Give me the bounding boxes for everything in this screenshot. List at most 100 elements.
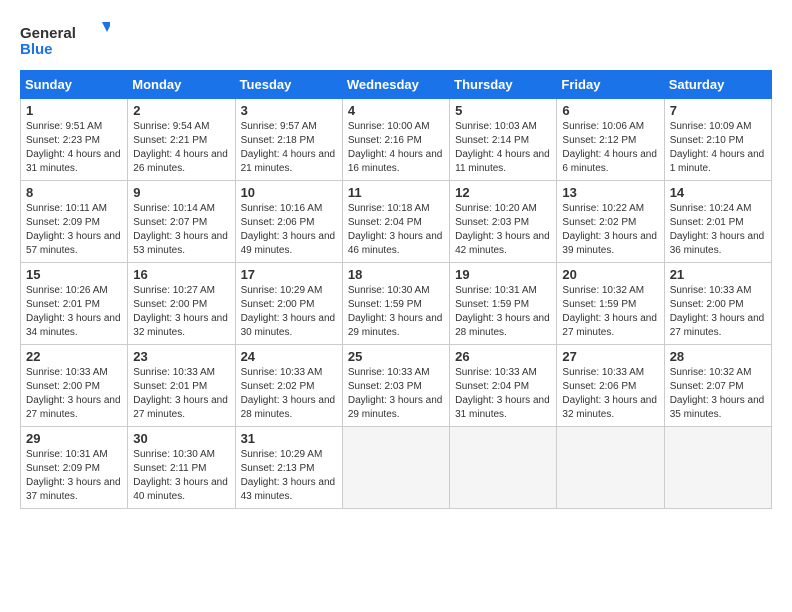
calendar-cell: 3Sunrise: 9:57 AMSunset: 2:18 PMDaylight…	[235, 99, 342, 181]
calendar-cell: 4 Sunrise: 10:00 AMSunset: 2:16 PMDayligh…	[342, 99, 449, 181]
day-number: 25	[348, 349, 444, 364]
day-number: 27	[562, 349, 658, 364]
logo: General Blue	[20, 20, 110, 60]
svg-text:General: General	[20, 25, 76, 42]
cell-details: Sunrise: 9:57 AMSunset: 2:18 PMDaylight:…	[241, 121, 336, 174]
cell-details: Sunrise: 10:30 AMSunset: 1:59 PMDaylight…	[348, 285, 443, 338]
calendar-cell: 10 Sunrise: 10:16 AMSunset: 2:06 PMDaylig…	[235, 181, 342, 263]
cell-details: Sunrise: 10:09 AMSunset: 2:10 PMDaylight…	[670, 121, 765, 174]
calendar-cell: 8 Sunrise: 10:11 AMSunset: 2:09 PMDayligh…	[21, 181, 128, 263]
day-number: 24	[241, 349, 337, 364]
header-friday: Friday	[557, 71, 664, 99]
day-number: 2	[133, 103, 229, 118]
cell-details: Sunrise: 9:54 AMSunset: 2:21 PMDaylight:…	[133, 121, 228, 174]
logo-svg: General Blue	[20, 20, 110, 60]
day-number: 19	[455, 267, 551, 282]
cell-details: Sunrise: 10:11 AMSunset: 2:09 PMDaylight…	[26, 203, 121, 256]
cell-details: Sunrise: 10:33 AMSunset: 2:02 PMDaylight…	[241, 367, 336, 420]
cell-details: Sunrise: 10:18 AMSunset: 2:04 PMDaylight…	[348, 203, 443, 256]
calendar-cell: 15 Sunrise: 10:26 AMSunset: 2:01 PMDaylig…	[21, 263, 128, 345]
header-thursday: Thursday	[450, 71, 557, 99]
cell-details: Sunrise: 10:14 AMSunset: 2:07 PMDaylight…	[133, 203, 228, 256]
cell-details: Sunrise: 10:27 AMSunset: 2:00 PMDaylight…	[133, 285, 228, 338]
calendar-cell: 16 Sunrise: 10:27 AMSunset: 2:00 PMDaylig…	[128, 263, 235, 345]
cell-details: Sunrise: 10:32 AMSunset: 2:07 PMDaylight…	[670, 367, 765, 420]
page-header: General Blue	[20, 20, 772, 60]
header-tuesday: Tuesday	[235, 71, 342, 99]
cell-details: Sunrise: 10:16 AMSunset: 2:06 PMDaylight…	[241, 203, 336, 256]
cell-details: Sunrise: 10:33 AMSunset: 2:00 PMDaylight…	[670, 285, 765, 338]
day-number: 18	[348, 267, 444, 282]
calendar-week-3: 15 Sunrise: 10:26 AMSunset: 2:01 PMDaylig…	[21, 263, 772, 345]
calendar-cell	[664, 427, 771, 509]
calendar-cell: 28 Sunrise: 10:32 AMSunset: 2:07 PMDaylig…	[664, 345, 771, 427]
header-saturday: Saturday	[664, 71, 771, 99]
day-number: 1	[26, 103, 122, 118]
day-number: 4	[348, 103, 444, 118]
calendar-cell: 17 Sunrise: 10:29 AMSunset: 2:00 PMDaylig…	[235, 263, 342, 345]
cell-details: Sunrise: 10:31 AMSunset: 1:59 PMDaylight…	[455, 285, 550, 338]
calendar-cell: 27 Sunrise: 10:33 AMSunset: 2:06 PMDaylig…	[557, 345, 664, 427]
cell-details: Sunrise: 9:51 AMSunset: 2:23 PMDaylight:…	[26, 121, 121, 174]
calendar-cell: 29Sunrise: 10:31 AMSunset: 2:09 PMDaylig…	[21, 427, 128, 509]
cell-details: Sunrise: 10:24 AMSunset: 2:01 PMDaylight…	[670, 203, 765, 256]
day-number: 15	[26, 267, 122, 282]
calendar-cell	[557, 427, 664, 509]
day-number: 5	[455, 103, 551, 118]
cell-details: Sunrise: 10:33 AMSunset: 2:04 PMDaylight…	[455, 367, 550, 420]
header-sunday: Sunday	[21, 71, 128, 99]
calendar-cell: 12 Sunrise: 10:20 AMSunset: 2:03 PMDaylig…	[450, 181, 557, 263]
cell-details: Sunrise: 10:06 AMSunset: 2:12 PMDaylight…	[562, 121, 657, 174]
day-number: 17	[241, 267, 337, 282]
day-number: 9	[133, 185, 229, 200]
cell-details: Sunrise: 10:31 AMSunset: 2:09 PMDaylight…	[26, 449, 121, 502]
day-number: 8	[26, 185, 122, 200]
header-monday: Monday	[128, 71, 235, 99]
day-number: 11	[348, 185, 444, 200]
calendar-cell: 26 Sunrise: 10:33 AMSunset: 2:04 PMDaylig…	[450, 345, 557, 427]
calendar-cell: 7 Sunrise: 10:09 AMSunset: 2:10 PMDayligh…	[664, 99, 771, 181]
day-number: 22	[26, 349, 122, 364]
calendar-week-1: 1 Sunrise: 9:51 AMSunset: 2:23 PMDaylight…	[21, 99, 772, 181]
cell-details: Sunrise: 10:33 AMSunset: 2:00 PMDaylight…	[26, 367, 121, 420]
cell-details: Sunrise: 10:30 AMSunset: 2:11 PMDaylight…	[133, 449, 228, 502]
cell-details: Sunrise: 10:00 AMSunset: 2:16 PMDaylight…	[348, 121, 443, 174]
calendar-cell: 13 Sunrise: 10:22 AMSunset: 2:02 PMDaylig…	[557, 181, 664, 263]
day-number: 20	[562, 267, 658, 282]
cell-details: Sunrise: 10:26 AMSunset: 2:01 PMDaylight…	[26, 285, 121, 338]
calendar-cell: 18 Sunrise: 10:30 AMSunset: 1:59 PMDaylig…	[342, 263, 449, 345]
calendar-cell: 31Sunrise: 10:29 AMSunset: 2:13 PMDaylig…	[235, 427, 342, 509]
cell-details: Sunrise: 10:29 AMSunset: 2:00 PMDaylight…	[241, 285, 336, 338]
day-number: 7	[670, 103, 766, 118]
cell-details: Sunrise: 10:33 AMSunset: 2:06 PMDaylight…	[562, 367, 657, 420]
calendar-cell: 2 Sunrise: 9:54 AMSunset: 2:21 PMDaylight…	[128, 99, 235, 181]
header-wednesday: Wednesday	[342, 71, 449, 99]
day-number: 10	[241, 185, 337, 200]
calendar-cell: 21 Sunrise: 10:33 AMSunset: 2:00 PMDaylig…	[664, 263, 771, 345]
calendar-week-2: 8 Sunrise: 10:11 AMSunset: 2:09 PMDayligh…	[21, 181, 772, 263]
calendar-week-5: 29Sunrise: 10:31 AMSunset: 2:09 PMDaylig…	[21, 427, 772, 509]
day-number: 26	[455, 349, 551, 364]
day-number: 30	[133, 431, 229, 446]
day-number: 12	[455, 185, 551, 200]
day-number: 31	[241, 431, 337, 446]
calendar-cell: 23Sunrise: 10:33 AMSunset: 2:01 PMDaylig…	[128, 345, 235, 427]
calendar-cell: 25 Sunrise: 10:33 AMSunset: 2:03 PMDaylig…	[342, 345, 449, 427]
calendar-cell: 19 Sunrise: 10:31 AMSunset: 1:59 PMDaylig…	[450, 263, 557, 345]
calendar-header-row: SundayMondayTuesdayWednesdayThursdayFrid…	[21, 71, 772, 99]
day-number: 16	[133, 267, 229, 282]
calendar-cell: 5Sunrise: 10:03 AMSunset: 2:14 PMDayligh…	[450, 99, 557, 181]
cell-details: Sunrise: 10:20 AMSunset: 2:03 PMDaylight…	[455, 203, 550, 256]
calendar-week-4: 22 Sunrise: 10:33 AMSunset: 2:00 PMDaylig…	[21, 345, 772, 427]
day-number: 6	[562, 103, 658, 118]
day-number: 23	[133, 349, 229, 364]
day-number: 21	[670, 267, 766, 282]
cell-details: Sunrise: 10:33 AMSunset: 2:03 PMDaylight…	[348, 367, 443, 420]
day-number: 13	[562, 185, 658, 200]
day-number: 28	[670, 349, 766, 364]
calendar-cell: 22 Sunrise: 10:33 AMSunset: 2:00 PMDaylig…	[21, 345, 128, 427]
cell-details: Sunrise: 10:22 AMSunset: 2:02 PMDaylight…	[562, 203, 657, 256]
calendar-cell	[450, 427, 557, 509]
svg-text:Blue: Blue	[20, 41, 53, 58]
calendar-table: SundayMondayTuesdayWednesdayThursdayFrid…	[20, 70, 772, 509]
